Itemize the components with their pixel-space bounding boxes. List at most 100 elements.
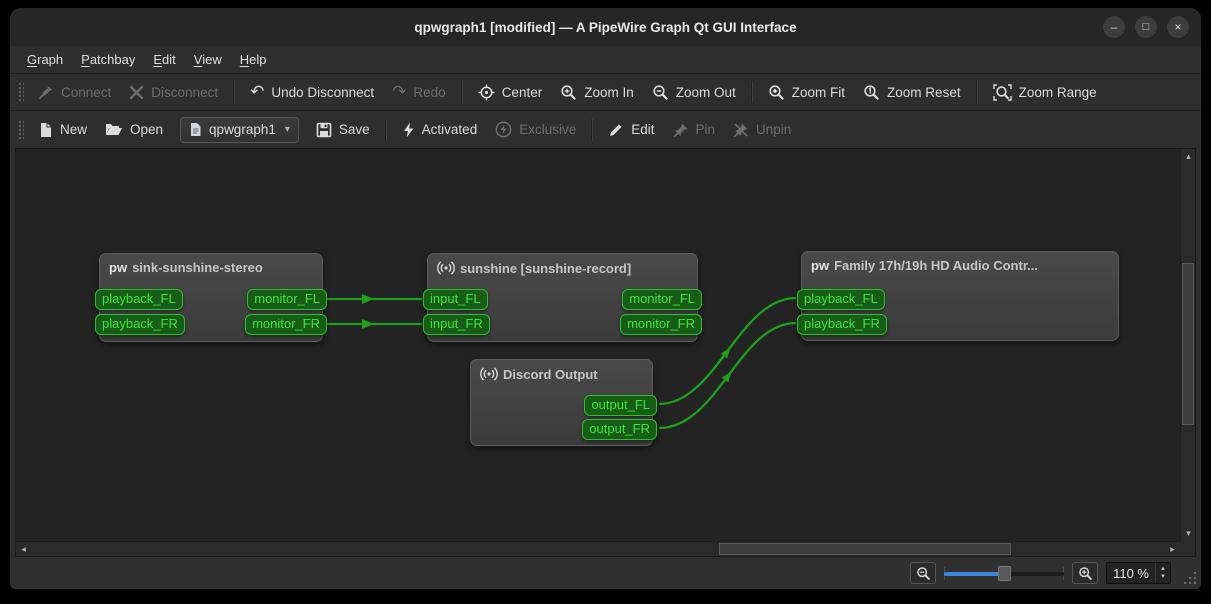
edit-button[interactable]: Edit [599,111,663,148]
node-title: Family 17h/19h HD Audio Contr... [834,258,1038,273]
graph-canvas[interactable]: pw sink-sunshine-stereo playback_FL play… [16,149,1180,541]
edit-pencil-icon [610,124,622,136]
connect-button[interactable]: Connect [29,74,120,110]
zoom-reset-label: Zoom Reset [887,84,961,100]
undo-button[interactable]: ↶ Undo Disconnect [241,74,383,110]
zoom-slider-track-filled[interactable] [944,572,1005,576]
redo-label: Redo [413,84,446,100]
resize-grip[interactable] [1183,571,1197,585]
new-button[interactable]: New [29,111,96,148]
close-button[interactable]: × [1167,16,1189,38]
port-monitor-fr[interactable]: monitor_FR [620,314,702,335]
scroll-right-button[interactable]: ▸ [1165,542,1180,557]
menu-view[interactable]: View [185,48,231,71]
scroll-right-icon: ▸ [1170,544,1175,554]
scroll-up-icon: ▴ [1186,151,1191,161]
scroll-down-icon: ▾ [1186,528,1191,538]
menu-help[interactable]: Help [231,48,276,71]
zoom-out-icon [916,566,930,580]
graph-canvas-frame: pw sink-sunshine-stereo playback_FL play… [15,148,1196,557]
scroll-left-button[interactable]: ◂ [16,542,31,557]
zoom-slider-track[interactable] [1004,572,1065,576]
zoom-percent-spinbox[interactable]: 110 % ▴ ▾ [1106,562,1171,584]
port-input-fr[interactable]: input_FR [423,314,490,335]
vertical-scrollbar[interactable]: ▴ ▾ [1180,149,1195,541]
port-monitor-fl[interactable]: monitor_FL [247,289,327,310]
graph-toolbar: Connect Disconnect ↶ Undo Disconnect ↷ R… [10,73,1201,110]
exclusive-bolt-icon [495,121,512,138]
redo-button[interactable]: ↷ Redo [383,74,455,110]
window-title: qpwgraph1 [modified] — A PipeWire Graph … [414,19,797,35]
menu-patchbay[interactable]: Patchbay [72,48,144,71]
titlebar[interactable]: qpwgraph1 [modified] — A PipeWire Graph … [10,8,1201,46]
center-label: Center [501,84,543,100]
unpin-button[interactable]: Unpin [724,111,800,148]
patchbay-select[interactable]: qpwgraph1 ▾ [180,116,299,143]
scroll-down-button[interactable]: ▾ [1181,526,1196,541]
activated-button[interactable]: Activated [393,111,487,148]
zoom-percent-value: 110 % [1113,565,1149,581]
scroll-up-button[interactable]: ▴ [1181,149,1196,164]
node-family-hd-audio[interactable]: pw Family 17h/19h HD Audio Contr... play… [797,251,1119,341]
menu-edit[interactable]: Edit [144,48,184,71]
horizontal-scrollbar-thumb[interactable] [719,543,1011,555]
exclusive-button[interactable]: Exclusive [486,111,585,148]
port-output-fl[interactable]: output_FL [584,395,657,416]
save-icon [316,122,332,137]
patchbay-toolbar: New Open qpwgraph1 ▾ Save Activated Excl… [10,110,1201,148]
toolbar-separator [460,81,463,103]
center-button[interactable]: Center [469,74,552,110]
activated-label: Activated [421,122,478,137]
zoom-range-button[interactable]: Zoom Range [984,74,1106,110]
port-monitor-fl[interactable]: monitor_FL [622,289,702,310]
menu-graph[interactable]: Graph [18,48,72,71]
save-label: Save [338,122,370,137]
patchbay-file-icon [191,123,201,136]
horizontal-scrollbar[interactable]: ◂ ▸ [16,541,1180,556]
zoom-out-button[interactable]: Zoom Out [643,74,745,110]
disconnect-button[interactable]: Disconnect [120,74,227,110]
toolbar-separator [975,81,978,103]
port-input-fl[interactable]: input_FL [423,289,488,310]
port-playback-fr[interactable]: playback_FR [797,314,887,335]
arrowhead [362,319,374,329]
toolbar-separator [591,118,594,141]
close-icon: × [1174,20,1182,34]
node-discord-output[interactable]: Discord Output output_FL output_FR [470,359,657,446]
port-output-fr[interactable]: output_FR [582,419,657,440]
minimize-button[interactable]: – [1103,16,1125,38]
spin-up-icon: ▴ [1161,565,1165,572]
statusbar-zoom-out-button[interactable] [910,562,937,584]
window-controls: – □ × [1103,16,1189,38]
save-button[interactable]: Save [307,111,379,148]
zoom-slider-handle[interactable] [998,566,1012,581]
pin-button[interactable]: Pin [664,111,725,148]
pipewire-icon: pw [109,260,128,275]
maximize-button[interactable]: □ [1135,16,1157,38]
vertical-scrollbar-thumb[interactable] [1182,263,1194,425]
toolbar-grip[interactable] [17,81,24,103]
arrowhead [721,371,732,383]
pin-label: Pin [695,122,716,137]
toolbar-grip[interactable] [17,118,24,141]
statusbar-zoom-in-button[interactable] [1072,562,1099,584]
zoom-reset-button[interactable]: Zoom Reset [854,74,970,110]
open-button[interactable]: Open [96,111,172,148]
node-sunshine[interactable]: sunshine [sunshine-record] input_FL inpu… [423,253,702,342]
zoom-in-button[interactable]: Zoom In [551,74,643,110]
open-label: Open [130,122,164,137]
undo-icon: ↶ [250,82,265,101]
port-playback-fl[interactable]: playback_FL [95,289,183,310]
port-playback-fr[interactable]: playback_FR [95,314,185,335]
node-sink-sunshine-stereo[interactable]: pw sink-sunshine-stereo playback_FL play… [95,253,327,342]
zoom-slider[interactable] [944,564,1065,582]
zoom-percent-steppers[interactable]: ▴ ▾ [1155,563,1170,583]
zoom-reset-icon [864,84,879,100]
port-playback-fl[interactable]: playback_FL [797,289,885,310]
center-icon [478,84,495,100]
port-monitor-fr[interactable]: monitor_FR [245,314,327,335]
edit-label: Edit [631,122,655,137]
zoom-fit-button[interactable]: Zoom Fit [759,74,854,110]
zoom-range-icon [992,83,1012,101]
zoom-in-icon [1078,566,1092,580]
